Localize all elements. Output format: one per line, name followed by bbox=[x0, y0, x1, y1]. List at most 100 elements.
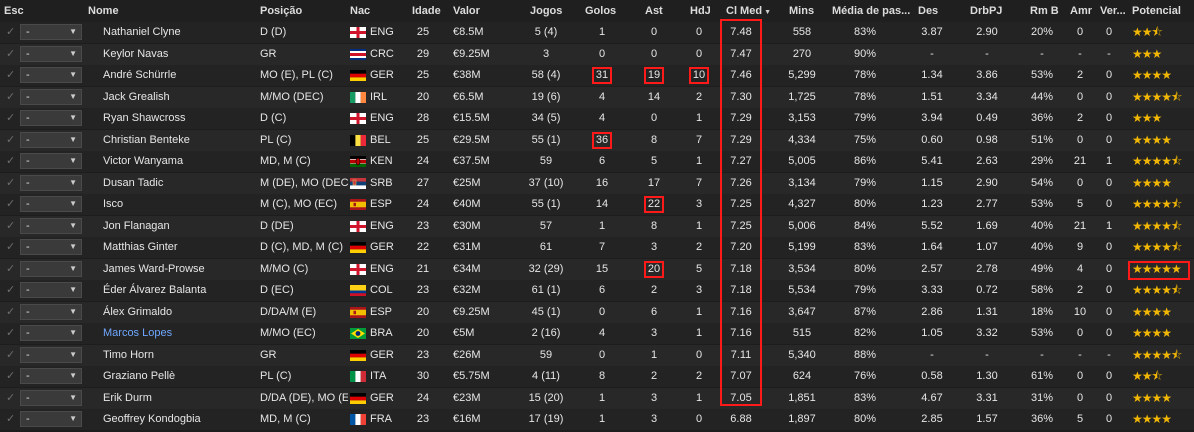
table-row[interactable]: ✓ - ▼ Jon Flanagan ENG D (DE) 23 €30M 57 1 8 1 7.25 5… bbox=[0, 215, 1194, 237]
player-name[interactable]: Jack Grealish bbox=[103, 87, 253, 108]
selection-dropdown[interactable]: - ▼ bbox=[20, 67, 82, 83]
player-name[interactable]: Matthias Ginter bbox=[103, 237, 253, 258]
player-name[interactable]: Keylor Navas bbox=[103, 44, 253, 65]
header-mins[interactable]: Mins bbox=[789, 0, 829, 22]
player-name[interactable]: Timo Horn bbox=[103, 345, 253, 366]
check-icon[interactable]: ✓ bbox=[6, 22, 18, 43]
check-icon[interactable]: ✓ bbox=[6, 108, 18, 129]
check-icon[interactable]: ✓ bbox=[6, 44, 18, 65]
check-icon[interactable]: ✓ bbox=[6, 302, 18, 323]
selection-dropdown[interactable]: - ▼ bbox=[20, 282, 82, 298]
check-icon[interactable]: ✓ bbox=[6, 280, 18, 301]
selection-dropdown[interactable]: - ▼ bbox=[20, 260, 82, 277]
check-icon[interactable]: ✓ bbox=[6, 216, 18, 237]
table-row[interactable]: ✓ - ▼ Timo Horn GER GR 23 €26M 59 0 1 0 7.11 5,340 88%… bbox=[0, 344, 1194, 366]
player-name[interactable]: Graziano Pellè bbox=[103, 366, 253, 387]
selection-dropdown[interactable]: - ▼ bbox=[20, 88, 82, 105]
check-icon[interactable]: ✓ bbox=[6, 173, 18, 194]
header-esc[interactable]: Esc bbox=[4, 0, 34, 22]
check-icon[interactable]: ✓ bbox=[6, 151, 18, 172]
player-name[interactable]: Geoffrey Kondogbia bbox=[103, 409, 253, 430]
check-icon[interactable]: ✓ bbox=[6, 388, 18, 409]
header-media-passes[interactable]: Média de pas... bbox=[832, 0, 912, 22]
selection-dropdown[interactable]: - ▼ bbox=[20, 239, 82, 255]
selection-dropdown[interactable]: - ▼ bbox=[20, 153, 82, 169]
player-name[interactable]: James Ward-Prowse bbox=[103, 259, 253, 280]
header-rmb[interactable]: Rm B bbox=[1030, 0, 1070, 22]
check-icon[interactable]: ✓ bbox=[6, 130, 18, 151]
player-name[interactable]: Éder Álvarez Balanta bbox=[103, 280, 253, 301]
table-row[interactable]: ✓ - ▼ Keylor Navas CRC GR 29 €9.25M 3 0 0 0 7.47 270 9… bbox=[0, 43, 1194, 65]
header-hdj[interactable]: HdJ bbox=[690, 0, 720, 22]
header-nac[interactable]: Nac bbox=[350, 0, 390, 22]
table-row[interactable]: ✓ - ▼ Nathaniel Clyne ENG D (D) 25 €8.5M 5 (4) 1 0… bbox=[0, 22, 1194, 43]
header-ver[interactable]: Ver... bbox=[1100, 0, 1130, 22]
selection-dropdown[interactable]: - ▼ bbox=[20, 24, 82, 40]
selection-dropdown[interactable]: - ▼ bbox=[20, 411, 82, 427]
check-icon[interactable]: ✓ bbox=[6, 65, 18, 86]
table-row[interactable]: ✓ - ▼ Ryan Shawcross ENG D (C) 28 €15.5M 34 (5) 4… bbox=[0, 108, 1194, 129]
selection-dropdown[interactable]: - ▼ bbox=[20, 174, 82, 191]
table-row[interactable]: ✓ - ▼ Álex Grimaldo ESP D/DA/M (E) 20 €9.25M 45 … bbox=[0, 301, 1194, 323]
table-row[interactable]: ✓ - ▼ Marcos Lopes BRA M/MO (EC) 20 €5M 2 (16) 4 3… bbox=[0, 323, 1194, 344]
player-name[interactable]: Jon Flanagan bbox=[103, 216, 253, 237]
selection-dropdown[interactable]: - ▼ bbox=[20, 346, 82, 363]
selection-dropdown[interactable]: - ▼ bbox=[20, 389, 82, 406]
header-golos[interactable]: Golos bbox=[585, 0, 625, 22]
table-row[interactable]: ✓ - ▼ Matthias Ginter GER D (C), MD, M (C) 22 €… bbox=[0, 237, 1194, 258]
table-row[interactable]: ✓ - ▼ André Schürrle GER MO (E), PL (C) 25 €38M… bbox=[0, 65, 1194, 86]
table-row[interactable]: ✓ - ▼ Éder Álvarez Balanta COL D (EC) 23 €32M 61… bbox=[0, 280, 1194, 301]
selection-dropdown[interactable]: - ▼ bbox=[20, 131, 82, 148]
header-posicao[interactable]: Posição bbox=[260, 0, 340, 22]
table-row[interactable]: ✓ - ▼ Erik Durm GER D/DA (DE), MO (E) 24 €23M 15… bbox=[0, 387, 1194, 409]
cell-posicao: M/MO (C) bbox=[260, 262, 309, 275]
cell-drbpj: 3.32 bbox=[976, 327, 998, 339]
header-nome[interactable]: Nome bbox=[88, 0, 238, 22]
player-name[interactable]: Erik Durm bbox=[103, 388, 253, 409]
check-icon[interactable]: ✓ bbox=[6, 237, 18, 258]
player-name[interactable]: Marcos Lopes bbox=[103, 323, 253, 344]
selection-dropdown[interactable]: - ▼ bbox=[20, 368, 82, 384]
header-idade[interactable]: Idade bbox=[412, 0, 452, 22]
header-valor[interactable]: Valor bbox=[453, 0, 503, 22]
table-row[interactable]: ✓ - ▼ James Ward-Prowse ENG M/MO (C) 21 €34M 32 … bbox=[0, 258, 1194, 280]
player-name[interactable]: Ryan Shawcross bbox=[103, 108, 253, 129]
header-potencial[interactable]: Potencial bbox=[1132, 0, 1192, 22]
potential-stars: ★★★★⯪ bbox=[1132, 240, 1182, 254]
player-name[interactable]: André Schürrle bbox=[103, 65, 253, 86]
selection-dropdown[interactable]: - ▼ bbox=[20, 45, 82, 62]
player-name[interactable]: Christian Benteke bbox=[103, 130, 253, 151]
selection-dropdown[interactable]: - ▼ bbox=[20, 196, 82, 212]
table-row[interactable]: ✓ - ▼ Dusan Tadic SRB M (DE), MO (DEC) 27 €25M 3… bbox=[0, 172, 1194, 194]
header-clmed[interactable]: Cl Med ▼ bbox=[726, 0, 776, 22]
check-icon[interactable]: ✓ bbox=[6, 409, 18, 430]
player-name[interactable]: Nathaniel Clyne bbox=[103, 22, 253, 43]
header-ast[interactable]: Ast bbox=[645, 0, 675, 22]
selection-dropdown[interactable]: - ▼ bbox=[20, 303, 82, 320]
header-des[interactable]: Des bbox=[918, 0, 958, 22]
selection-dropdown[interactable]: - ▼ bbox=[20, 110, 82, 126]
table-row[interactable]: ✓ - ▼ Isco ESP M (C), MO (EC) 24 €40M 55 (1) 14 22… bbox=[0, 194, 1194, 215]
check-icon[interactable]: ✓ bbox=[6, 259, 18, 280]
check-icon[interactable]: ✓ bbox=[6, 194, 18, 215]
header-amr[interactable]: Amr bbox=[1070, 0, 1100, 22]
table-row[interactable]: ✓ - ▼ Geoffrey Kondogbia FRA MD, M (C) 23 €16M 1… bbox=[0, 409, 1194, 430]
selection-dropdown[interactable]: - ▼ bbox=[20, 325, 82, 341]
player-name[interactable]: Álex Grimaldo bbox=[103, 302, 253, 323]
header-jogos[interactable]: Jogos bbox=[530, 0, 570, 22]
check-icon[interactable]: ✓ bbox=[6, 366, 18, 387]
player-name[interactable]: Victor Wanyama bbox=[103, 151, 253, 172]
table-row[interactable]: ✓ - ▼ Jack Grealish IRL M/MO (DEC) 20 €6.5M 19 (… bbox=[0, 86, 1194, 108]
selection-dropdown[interactable]: - ▼ bbox=[20, 217, 82, 234]
cell-hdj: 0 bbox=[695, 413, 703, 425]
check-icon[interactable]: ✓ bbox=[6, 323, 18, 344]
header-drbpj[interactable]: DrbPJ bbox=[970, 0, 1010, 22]
player-name[interactable]: Dusan Tadic bbox=[103, 173, 253, 194]
table-row[interactable]: ✓ - ▼ Graziano Pellè ITA PL (C) 30 €5.75M 4 (11)… bbox=[0, 366, 1194, 387]
player-name[interactable]: Isco bbox=[103, 194, 253, 215]
check-icon[interactable]: ✓ bbox=[6, 87, 18, 108]
cell-amr: 0 bbox=[1076, 391, 1084, 404]
check-icon[interactable]: ✓ bbox=[6, 345, 18, 366]
table-row[interactable]: ✓ - ▼ Victor Wanyama KEN MD, M (C) 24 €37.5M 59 6… bbox=[0, 151, 1194, 172]
table-row[interactable]: ✓ - ▼ Christian Benteke BEL PL (C) 25 €29.5M 55 … bbox=[0, 129, 1194, 151]
